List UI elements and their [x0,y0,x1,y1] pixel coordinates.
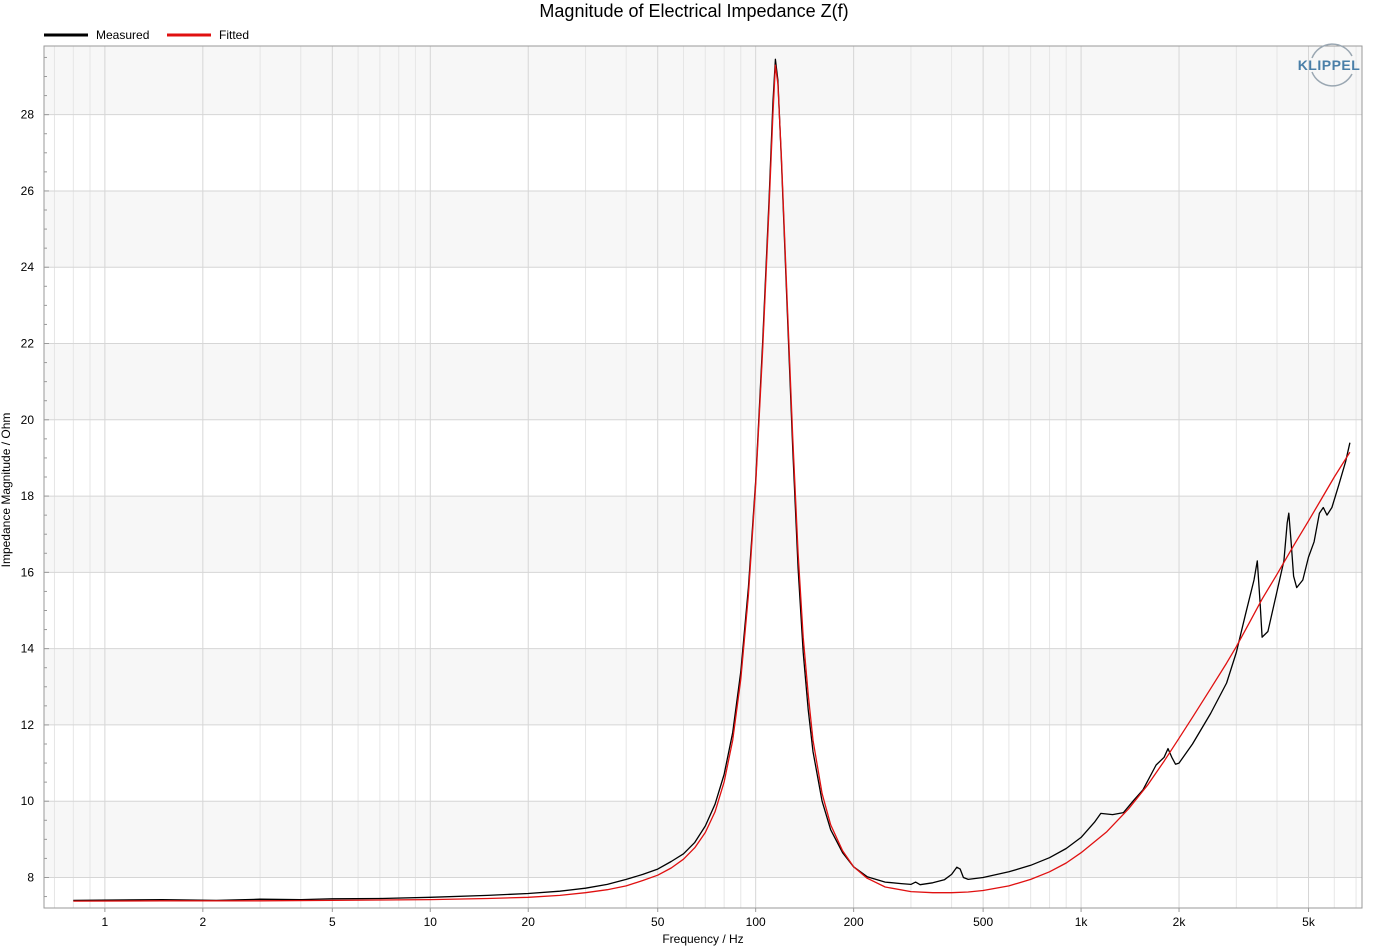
legend-measured-label: Measured [96,28,149,42]
y-tick-label: 22 [21,337,35,351]
x-tick-label: 2 [199,915,206,929]
plot-band [44,114,1362,191]
plot-band [44,267,1362,344]
plot-band [44,648,1362,725]
logo-text: KLIPPEL [1298,57,1361,73]
y-tick-label: 12 [21,718,35,732]
x-tick-label: 10 [424,915,438,929]
x-tick-label: 50 [651,915,665,929]
x-tick-label: 5 [329,915,336,929]
x-tick-label: 100 [746,915,766,929]
y-tick-label: 24 [21,260,35,274]
y-axis-label: Impedance Magnitude / Ohm [0,413,13,568]
plot-band [44,724,1362,802]
plot-band [44,46,1362,115]
y-tick-label: 18 [21,489,35,503]
x-axis-label: Frequency / Hz [662,932,743,946]
impedance-chart: Magnitude of Electrical Impedance Z(f) M… [0,1,1363,946]
plot-band [44,572,1362,649]
plot-band [44,190,1362,268]
y-tick-label: 10 [21,794,35,808]
plot-band [44,496,1362,573]
x-tick-label: 500 [973,915,993,929]
legend-fitted-label: Fitted [219,28,249,42]
legend: Measured Fitted [44,28,249,42]
plot-band [44,419,1362,497]
y-tick-label: 20 [21,413,35,427]
x-tick-label: 20 [522,915,536,929]
y-tick-label: 28 [21,108,35,122]
y-tick-label: 16 [21,565,35,579]
plot-band [44,801,1362,878]
y-tick-label: 26 [21,184,35,198]
x-tick-label: 1 [102,915,109,929]
plot-band [44,877,1362,908]
y-tick-label: 14 [21,642,35,656]
x-tick-label: 200 [844,915,864,929]
plot-background [44,46,1362,908]
chart-title: Magnitude of Electrical Impedance Z(f) [539,1,848,21]
y-tick-label: 8 [27,870,34,884]
x-tick-label: 1k [1075,915,1089,929]
x-tick-label: 2k [1173,915,1187,929]
x-tick-label: 5k [1302,915,1316,929]
plot-band [44,343,1362,420]
